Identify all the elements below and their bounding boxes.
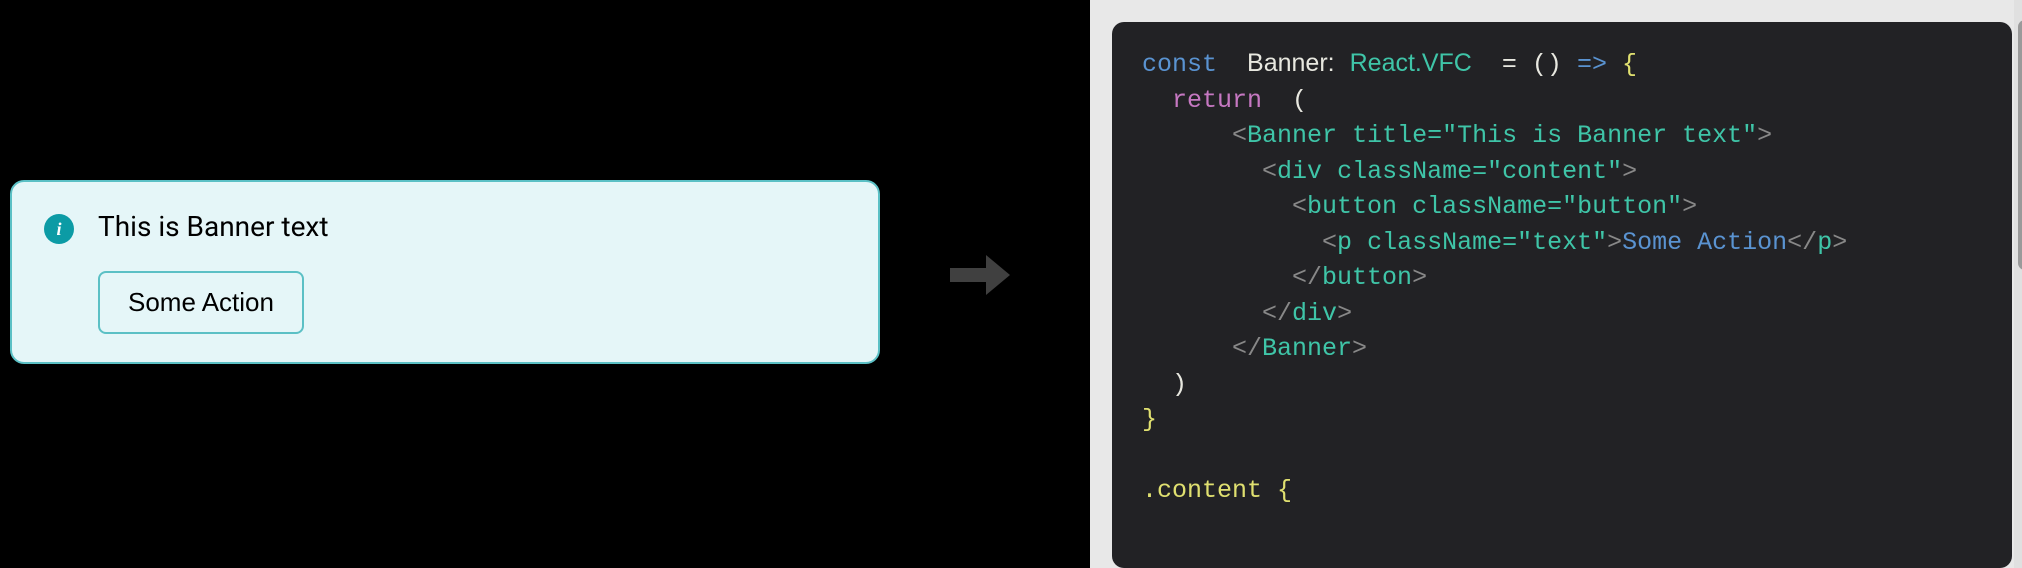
code-line: </button>: [1142, 260, 1988, 296]
code-line: <p className="text">Some Action</p>: [1142, 225, 1988, 261]
code-line: }: [1142, 402, 1988, 438]
code-line: <Banner title="This is Banner text">: [1142, 118, 1988, 154]
banner-content: This is Banner text Some Action: [98, 210, 328, 334]
code-line: <button className="button">: [1142, 189, 1988, 225]
code-editor[interactable]: const Banner: React.VFC = () => { return…: [1112, 22, 2012, 568]
code-panel-wrapper: const Banner: React.VFC = () => { return…: [1090, 0, 2022, 568]
scrollbar-track[interactable]: [2014, 0, 2022, 568]
code-line: ): [1142, 367, 1988, 403]
code-line: </div>: [1142, 296, 1988, 332]
banner: i This is Banner text Some Action: [10, 180, 880, 364]
arrow-right-icon: [950, 250, 1010, 304]
action-button[interactable]: Some Action: [98, 271, 304, 334]
code-line: </Banner>: [1142, 331, 1988, 367]
code-line: const Banner: React.VFC = () => {: [1142, 46, 1988, 83]
code-line: <div className="content">: [1142, 154, 1988, 190]
info-icon: i: [44, 214, 74, 244]
code-line: .content {: [1142, 473, 1988, 509]
info-icon-glyph: i: [56, 219, 61, 240]
code-line: return (: [1142, 83, 1988, 119]
scrollbar-thumb[interactable]: [2018, 20, 2022, 270]
code-line: [1142, 438, 1988, 474]
banner-text: This is Banner text: [98, 210, 328, 243]
